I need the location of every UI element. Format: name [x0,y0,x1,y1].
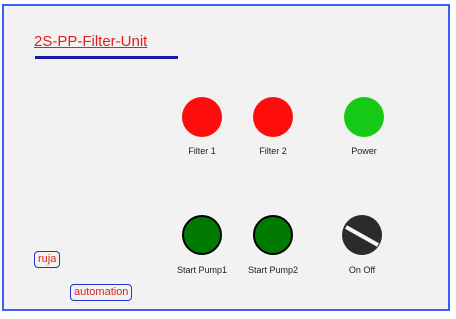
start-pump2-button[interactable] [253,215,293,255]
brand-logo-automation: automation [70,284,133,301]
filter1-label: Filter 1 [188,146,216,156]
title-underline [35,56,178,59]
power-label: Power [351,146,377,156]
panel-title: 2S-PP-Filter-Unit [34,33,148,50]
start-pump1-button[interactable] [182,215,222,255]
filter1-indicator-light [182,97,222,137]
power-indicator-light [344,97,384,137]
on-off-label: On Off [348,265,376,275]
filter2-label: Filter 2 [259,146,287,156]
start-pump1-label: Start Pump1 [176,265,228,275]
brand-logo-ruja: ruja [34,251,61,268]
on-off-rotary-switch[interactable] [342,215,382,255]
start-pump2-label: Start Pump2 [247,265,299,275]
switch-lever-icon [345,225,379,247]
filter2-indicator-light [253,97,293,137]
control-panel-frame: 2S-PP-Filter-Unit Filter 1 Filter 2 Powe… [2,4,450,311]
